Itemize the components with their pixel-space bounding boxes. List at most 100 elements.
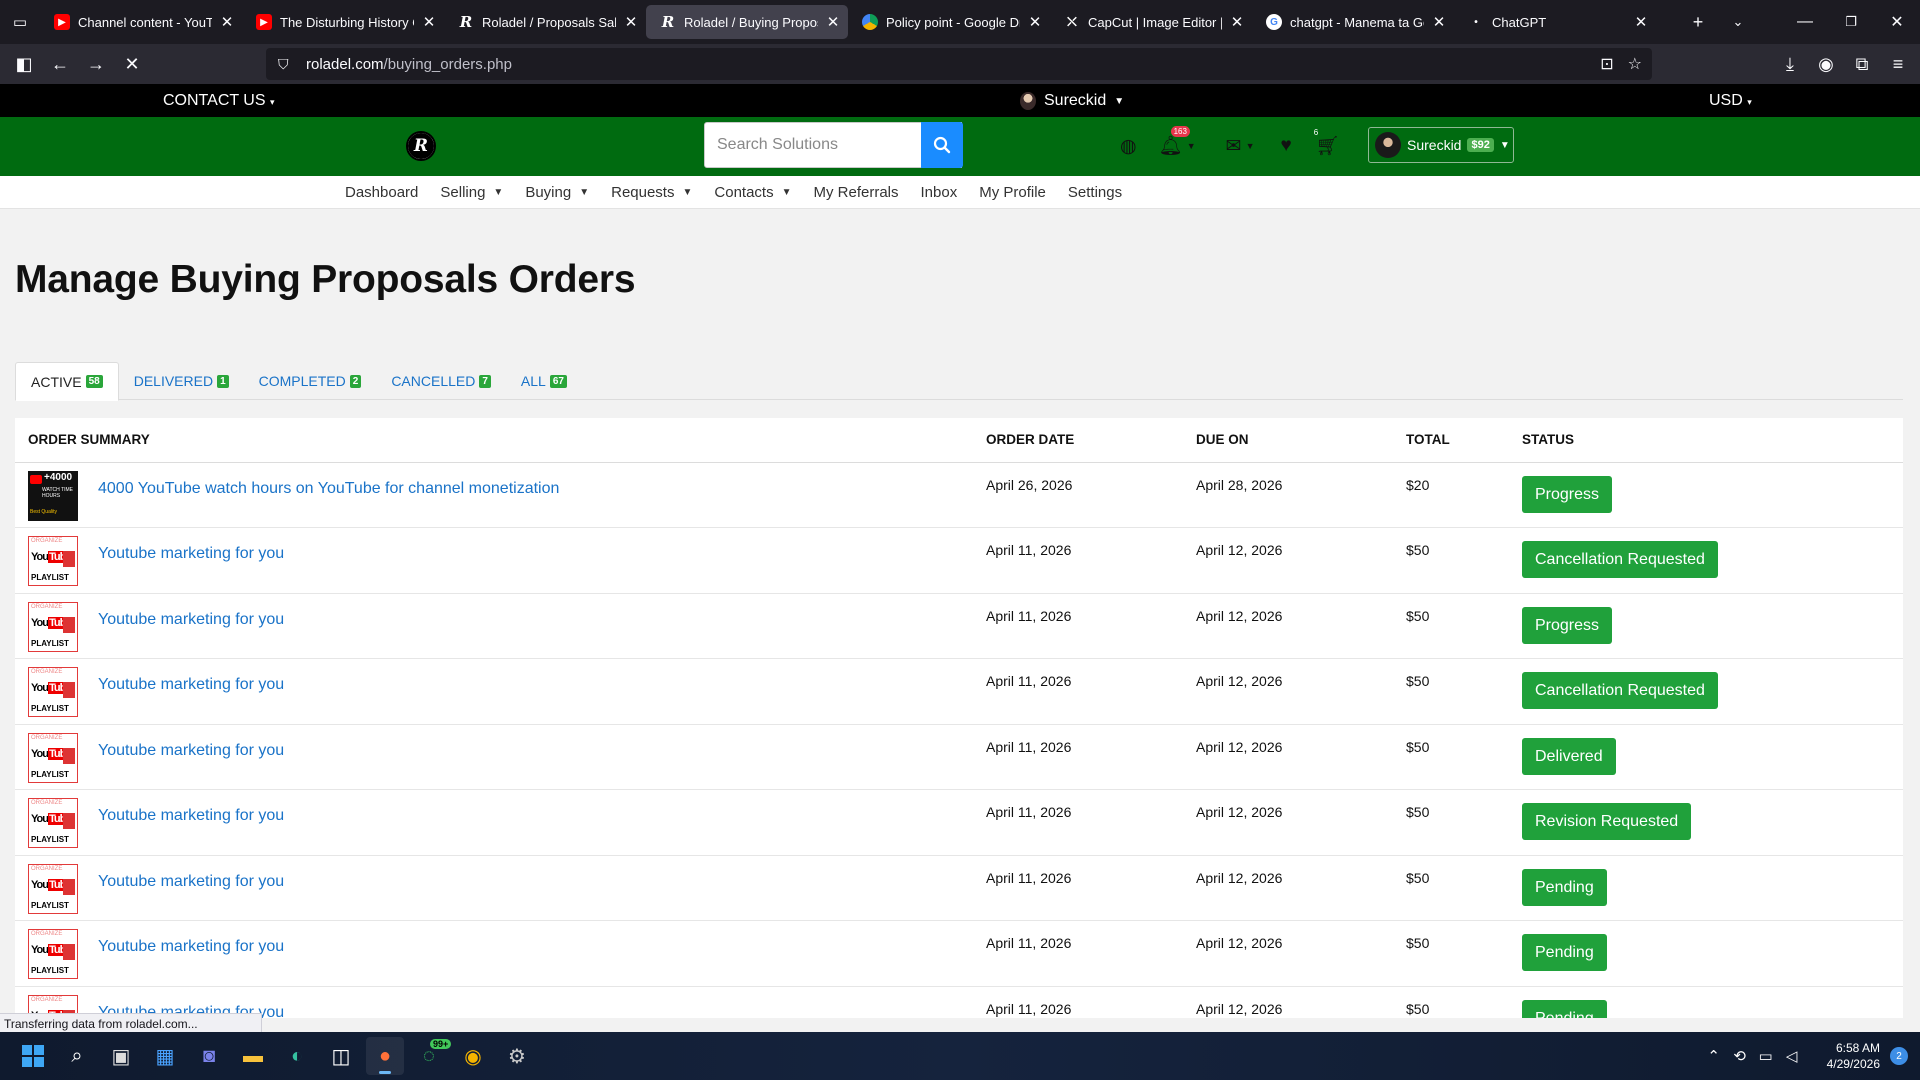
close-window-icon[interactable]: ✕ [1874,0,1920,44]
tab-active[interactable]: ACTIVE 58 [15,362,119,401]
menu-icon[interactable]: ≡ [1880,48,1916,80]
order-title-link[interactable]: Youtube marketing for you [98,676,284,694]
close-tab-icon[interactable]: ✕ [220,13,234,31]
browser-tab[interactable]: ⛌ CapCut | Image Editor | All- ✕ [1050,5,1252,39]
status-badge[interactable]: Cancellation Requested [1522,541,1718,578]
start-button[interactable] [14,1037,52,1075]
search-button[interactable] [921,122,963,168]
tab-list-icon[interactable]: ▭ [0,0,40,44]
close-tab-icon[interactable]: ✕ [1028,13,1042,31]
tab-completed[interactable]: COMPLETED 2 [244,362,377,400]
volume-icon[interactable]: ◁ [1779,1047,1805,1065]
roladel-logo[interactable]: R [406,131,436,161]
top-user-menu[interactable]: Sureckid ▼ [1020,92,1124,110]
browser-tab[interactable]: ▶ The Disturbing History Of M ✕ [242,5,444,39]
order-title-link[interactable]: Youtube marketing for you [98,545,284,563]
currency-selector[interactable]: USD ▾ [1709,92,1752,110]
chrome-icon[interactable]: ◉ [454,1037,492,1075]
browser-tab[interactable]: R Roladel / Proposals Sales O ✕ [444,5,646,39]
user-account-button[interactable]: Sureckid $92 ▼ [1368,127,1514,163]
browser-tab[interactable]: Policy point - Google Drive ✕ [848,5,1050,39]
order-title-link[interactable]: Youtube marketing for you [98,938,284,956]
whatsapp-icon[interactable]: ◌ 99+ [410,1037,452,1075]
sync-icon[interactable]: ⟲ [1727,1047,1753,1065]
menu-item-my-profile[interactable]: My Profile [979,184,1046,201]
settings-gear-icon[interactable]: ⚙ [498,1037,536,1075]
menu-item-my-referrals[interactable]: My Referrals [814,184,899,201]
widgets-icon[interactable]: ▦ [146,1037,184,1075]
extensions-icon[interactable]: ⧉ [1844,48,1880,80]
menu-item-inbox[interactable]: Inbox [921,184,958,201]
notifications-button[interactable]: 🔔︎ 163 ▼ [1159,126,1196,158]
order-thumbnail[interactable]: ORGANIZEYouTubePLAYLIST [28,601,78,652]
forward-icon[interactable]: → [78,48,114,80]
task-view-icon[interactable]: ▣ [102,1037,140,1075]
back-icon[interactable]: ← [42,48,78,80]
close-tab-icon[interactable]: ✕ [1432,13,1446,31]
address-bar[interactable]: ⛉ roladel.com/buying_orders.php ⊡ ☆ [266,48,1652,80]
teams-chat-icon[interactable]: ◙ [190,1037,228,1075]
heart-icon[interactable]: ♥ [1280,135,1291,157]
status-badge[interactable]: Cancellation Requested [1522,672,1718,709]
menu-item-requests[interactable]: Requests ▼ [611,184,692,201]
browser-tab[interactable]: • ChatGPT ✕ [1454,5,1656,39]
status-badge[interactable]: Delivered [1522,737,1616,775]
order-thumbnail[interactable]: ORGANIZEYouTubePLAYLIST [28,732,78,783]
file-explorer-icon[interactable]: ▬ [234,1037,272,1075]
status-badge[interactable]: Revision Requested [1522,803,1692,840]
menu-item-settings[interactable]: Settings [1068,184,1122,201]
order-title-link[interactable]: 4000 YouTube watch hours on YouTube for … [98,480,559,498]
order-title-link[interactable]: Youtube marketing for you [98,742,284,760]
new-tab-icon[interactable]: + [1678,0,1718,44]
close-tab-icon[interactable]: ✕ [1230,13,1244,31]
notification-badge[interactable]: 2 [1890,1047,1908,1065]
account-icon[interactable]: ◉ [1808,48,1844,80]
sidebar-toggle-icon[interactable]: ◧ [6,48,42,80]
order-title-link[interactable]: Youtube marketing for you [98,873,284,891]
edge-icon[interactable]: ◐ [278,1037,316,1075]
close-tab-icon[interactable]: ✕ [1634,13,1648,31]
order-thumbnail[interactable]: ORGANIZEYouTubePLAYLIST [28,929,78,979]
browser-tab[interactable]: Gchatgpt - Manema ta Goog ✕ [1252,5,1454,39]
menu-item-buying[interactable]: Buying ▼ [525,184,589,201]
status-badge[interactable]: Pending [1522,934,1607,971]
chevron-down-icon[interactable]: ⌄ [1718,0,1758,44]
status-badge[interactable]: Progress [1522,475,1613,513]
firefox-icon[interactable]: ● [366,1037,404,1075]
order-thumbnail[interactable]: ORGANIZEYouTubePLAYLIST [28,798,78,848]
browser-tab[interactable]: R Roladel / Buying Proposals ✕ [646,5,848,39]
bookmark-star-icon[interactable]: ☆ [1628,54,1642,74]
order-thumbnail[interactable]: ORGANIZEYouTubePLAYLIST [28,536,78,586]
menu-item-selling[interactable]: Selling ▼ [440,184,503,201]
downloads-icon[interactable]: ⤓ [1772,48,1808,80]
site-info-icon[interactable]: ⛉ [278,56,296,73]
menu-item-contacts[interactable]: Contacts ▼ [714,184,791,201]
network-icon[interactable]: ▭ [1753,1047,1779,1065]
messages-button[interactable]: ✉ ▼ [1226,135,1255,158]
cart-button[interactable]: 6 🛒︎ [1314,128,1340,158]
restore-icon[interactable]: ❐ [1828,0,1874,44]
contact-us-link[interactable]: CONTACT US ▾ [163,92,275,110]
globe-icon[interactable]: ◍ [1120,135,1137,158]
close-tab-icon[interactable]: ✕ [826,13,840,31]
search-icon[interactable]: ⌕ [58,1037,96,1075]
order-title-link[interactable]: Youtube marketing for you [98,611,284,629]
order-title-link[interactable]: Youtube marketing for you [98,807,284,825]
tab-all[interactable]: ALL 67 [506,362,582,400]
tab-cancelled[interactable]: CANCELLED 7 [376,362,506,400]
order-thumbnail[interactable]: ORGANIZEYouTubePLAYLIST [28,667,78,717]
tab-delivered[interactable]: DELIVERED 1 [119,362,244,400]
clock[interactable]: 6:58 AM 4/29/2026 [1827,1040,1880,1072]
chevron-up-icon[interactable]: ⌃ [1701,1047,1727,1065]
stop-loading-icon[interactable]: ✕ [114,48,150,80]
store-icon[interactable]: ◫ [322,1037,360,1075]
status-badge[interactable]: Pending [1522,868,1607,906]
browser-tab[interactable]: ▶ Channel content - YouTube ✕ [40,5,242,39]
close-tab-icon[interactable]: ✕ [422,13,436,31]
menu-item-dashboard[interactable]: Dashboard [345,184,418,201]
status-badge[interactable]: Pending [1522,999,1607,1018]
install-app-icon[interactable]: ⊡ [1600,54,1613,74]
order-thumbnail[interactable]: ORGANIZEYouTubePLAYLIST [28,863,78,914]
order-thumbnail[interactable]: +4000 WATCH TIME HOURS Best Quality [28,470,78,521]
minimize-icon[interactable]: — [1782,0,1828,44]
